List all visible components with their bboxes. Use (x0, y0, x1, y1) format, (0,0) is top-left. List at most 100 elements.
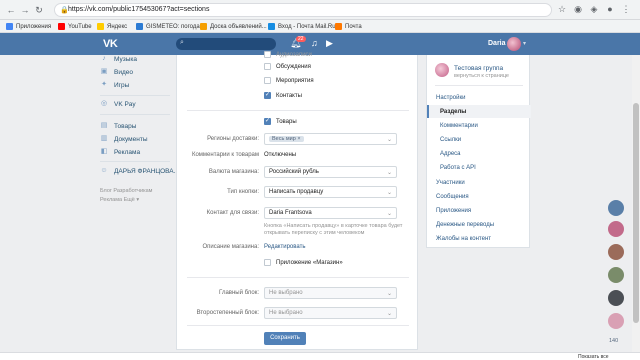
checkbox-events[interactable]: Мероприятия (264, 77, 314, 84)
search-input[interactable]: ⌕ (176, 38, 276, 50)
delivery-label: Регионы доставки: (207, 136, 259, 142)
checkbox-contacts[interactable]: Контакты (264, 91, 302, 99)
button-type-select[interactable]: Написать продавцу ⌄ (264, 186, 397, 198)
settings-nav: Тестовая группа вернуться к странице Нас… (426, 55, 531, 248)
notifications-badge: 22 (296, 36, 306, 42)
chat-count[interactable]: 140 (609, 338, 618, 344)
close-icon[interactable]: × (297, 136, 300, 142)
main-block-select[interactable]: Не выбрано ⌄ (264, 287, 397, 299)
extension-icon[interactable]: ◉ (572, 4, 584, 16)
group-avatar[interactable] (435, 63, 449, 77)
vk-header: VK ⌕ 🔔︎ 22 ♫ ▶ Daria ▾ (0, 33, 640, 55)
group-name[interactable]: Тестовая группа (454, 65, 503, 72)
address-bar[interactable]: 🔒 https://vk.com/public175453067?act=sec… (54, 3, 552, 17)
search-icon: ⌕ (180, 39, 184, 46)
bookmark-gismeteo[interactable]: GISMETEO: погода... (136, 22, 205, 31)
vkpay-icon: ◎ (100, 100, 108, 107)
scrollbar[interactable] (632, 55, 640, 352)
chat-avatar[interactable] (608, 221, 624, 237)
edit-description-link[interactable]: Редактировать (264, 244, 305, 250)
url-text: https://vk.com/public175453067?act=secti… (68, 6, 210, 13)
sidebar-item-user[interactable]: ☺ ДАРЬЯ ФРАНЦОВА... (100, 167, 179, 175)
vk-logo[interactable]: VK (103, 38, 118, 50)
chat-avatar[interactable] (608, 313, 624, 329)
nav-item-links[interactable]: Ссылки (440, 137, 461, 143)
show-all-downloads[interactable]: Показать все (578, 354, 609, 360)
music-note-icon[interactable]: ♫ (311, 38, 318, 48)
divider (187, 110, 409, 111)
footer-links-2[interactable]: Реклама Ещё ▾ (100, 197, 139, 203)
checkbox-goods[interactable]: Товары (264, 117, 297, 125)
nav-item-api[interactable]: Работа с API (440, 165, 476, 171)
nav-item-messages[interactable]: Сообщения (436, 194, 469, 200)
browser-toolbar: ← → ↻ 🔒 https://vk.com/public175453067?a… (0, 0, 640, 20)
nav-item-money-transfers[interactable]: Денежные переводы (436, 222, 494, 228)
checkbox-shop-app[interactable]: Приложение «Магазин» (264, 259, 343, 266)
contact-hint: Кнопка «Написать продавцу» в карточке то… (264, 223, 403, 236)
chevron-down-icon: ⌄ (386, 311, 392, 317)
currency-label: Валюта магазина: (208, 169, 259, 175)
description-label: Описание магазина: (202, 244, 259, 250)
nav-item-comments[interactable]: Комментарии (440, 123, 478, 129)
currency-select[interactable]: Российский рубль ⌄ (264, 166, 397, 178)
checkbox-box (264, 77, 271, 84)
nav-item-sections[interactable]: Разделы (440, 109, 466, 115)
sections-card: Аудиозаписи Обсуждения Мероприятия Конта… (176, 51, 418, 350)
bookmark-yandex[interactable]: Яндекс (97, 22, 127, 31)
bookmark-board[interactable]: Доска объявлений... (200, 22, 267, 31)
sidebar-item-documents[interactable]: ▥ Документы (100, 135, 148, 143)
chat-avatar[interactable] (608, 244, 624, 260)
secondary-block-select[interactable]: Не выбрано ⌄ (264, 307, 397, 319)
delivery-regions-field[interactable]: Весь мир × ⌄ (264, 133, 397, 145)
nav-item-apps[interactable]: Приложения (436, 208, 471, 214)
nav-item-settings[interactable]: Настройки (436, 95, 465, 101)
sidebar-item-vkpay[interactable]: ◎ VK Pay (100, 100, 136, 108)
sidebar-item-games[interactable]: ✦ Игры (100, 81, 129, 89)
chat-avatar[interactable] (608, 290, 624, 306)
nav-item-reports[interactable]: Жалобы на контент (436, 236, 491, 242)
checkbox-box (264, 117, 271, 125)
bookmark-apps[interactable]: Приложения (6, 22, 51, 31)
profile-icon[interactable]: ● (604, 4, 616, 16)
header-user-name[interactable]: Daria (488, 40, 506, 47)
delivery-token[interactable]: Весь мир × (269, 136, 304, 142)
divider (187, 325, 409, 326)
sidebar-item-video[interactable]: ▣ Видео (100, 68, 133, 76)
mailru-icon (268, 23, 275, 30)
sidebar-item-goods[interactable]: ▤ Товары (100, 122, 137, 130)
nav-item-members[interactable]: Участники (436, 180, 465, 186)
extension-icon-2[interactable]: ◈ (588, 4, 600, 16)
menu-icon[interactable]: ⋮ (620, 4, 632, 16)
lock-icon: 🔒 (60, 7, 69, 14)
bookmark-mail[interactable]: Почта (335, 22, 362, 31)
divider (187, 277, 409, 278)
star-icon[interactable]: ☆ (556, 4, 568, 16)
play-icon[interactable]: ▶ (326, 38, 333, 49)
bookmark-mailru[interactable]: Вход - Почта Mail.Ru (268, 22, 336, 31)
chat-avatar[interactable] (608, 267, 624, 283)
chevron-down-icon: ⌄ (386, 291, 392, 297)
contact-select[interactable]: Daria Frantsova ⌄ (264, 207, 397, 219)
yandex-icon (97, 23, 104, 30)
youtube-icon (58, 23, 65, 30)
back-icon[interactable]: ← (6, 5, 16, 15)
scrollbar-thumb[interactable] (633, 103, 639, 323)
chevron-down-icon[interactable]: ▾ (523, 40, 526, 47)
sidebar-item-ads[interactable]: ◧ Реклама (100, 148, 140, 156)
checkbox-audio[interactable]: Аудиозаписи (264, 51, 312, 58)
avatar[interactable] (507, 37, 521, 51)
checkbox-discussions[interactable]: Обсуждения (264, 63, 311, 70)
reload-icon[interactable]: ↻ (34, 5, 44, 15)
nav-item-addresses[interactable]: Адреса (440, 151, 461, 157)
chat-avatar[interactable] (608, 200, 624, 216)
secondary-block-label: Второстепенный блок: (196, 310, 259, 316)
forward-icon[interactable]: → (20, 5, 30, 15)
comments-value[interactable]: Отключены (264, 152, 296, 158)
bookmark-youtube[interactable]: YouTube (58, 22, 92, 31)
back-to-page-link[interactable]: вернуться к странице (454, 73, 509, 79)
save-button[interactable]: Сохранить (264, 332, 306, 345)
music-icon: ♪ (102, 55, 106, 62)
footer-links-1[interactable]: Блог Разработчикам (100, 188, 152, 194)
sidebar-item-music[interactable]: ♪ Музыка (100, 55, 137, 63)
divider (100, 95, 170, 96)
